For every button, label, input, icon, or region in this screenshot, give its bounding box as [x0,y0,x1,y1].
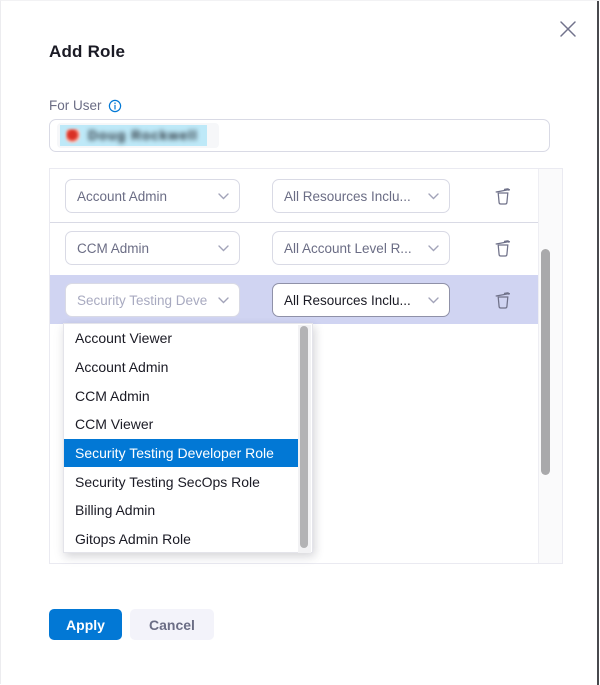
user-field[interactable]: Doug Rockwell [49,119,550,152]
delete-row-icon[interactable] [494,238,512,258]
user-chip-selection: Doug Rockwell [60,125,207,146]
user-chip: Doug Rockwell [57,123,219,148]
role-dropdown-menu: Account Viewer Account Admin CCM Admin C… [63,323,313,553]
role-select-value: CCM Admin [77,241,149,256]
user-name: Doug Rockwell [88,128,198,143]
row-divider [50,222,539,223]
chevron-down-icon [218,297,229,304]
modal-right-edge [597,1,599,685]
chevron-down-icon [428,193,439,200]
menu-option[interactable]: Account Viewer [64,324,298,353]
menu-option[interactable]: Account Admin [64,353,298,382]
chevron-down-icon [218,193,229,200]
info-icon[interactable] [108,99,122,113]
menu-option[interactable]: Security Testing SecOps Role [64,467,298,496]
menu-scrollbar-thumb[interactable] [300,326,308,548]
delete-row-icon[interactable] [494,186,512,206]
delete-row-icon[interactable] [494,290,512,310]
menu-option[interactable]: Billing Admin [64,496,298,525]
resource-select-value: All Resources Inclu... [284,293,411,308]
menu-option[interactable]: Gitops Admin Role [64,525,298,554]
resource-select-value: All Account Level R... [284,241,412,256]
resource-select-row2[interactable]: All Account Level R... [272,231,450,265]
for-user-label: For User [49,98,102,113]
menu-option-highlighted[interactable]: Security Testing Developer Role [64,439,298,468]
close-icon[interactable] [558,19,578,39]
role-select-row1[interactable]: Account Admin [65,179,240,213]
role-select-row2[interactable]: CCM Admin [65,231,240,265]
apply-button[interactable]: Apply [49,609,122,640]
roles-scrollbar-thumb[interactable] [541,249,550,475]
role-select-value: Security Testing Deve [77,293,207,308]
add-role-modal: Add Role For User Doug Rockwell Account … [0,0,600,684]
role-select-value: Account Admin [77,189,167,204]
user-avatar [66,129,80,143]
resource-select-row3[interactable]: All Resources Inclu... [272,283,450,317]
page-title: Add Role [49,42,125,62]
resource-select-row1[interactable]: All Resources Inclu... [272,179,450,213]
cancel-button[interactable]: Cancel [130,609,214,640]
chevron-down-icon [428,297,439,304]
chevron-down-icon [218,245,229,252]
role-select-row3-open[interactable]: Security Testing Deve [65,283,240,317]
resource-select-value: All Resources Inclu... [284,189,411,204]
chevron-down-icon [428,245,439,252]
menu-option[interactable]: CCM Admin [64,381,298,410]
menu-option[interactable]: CCM Viewer [64,410,298,439]
